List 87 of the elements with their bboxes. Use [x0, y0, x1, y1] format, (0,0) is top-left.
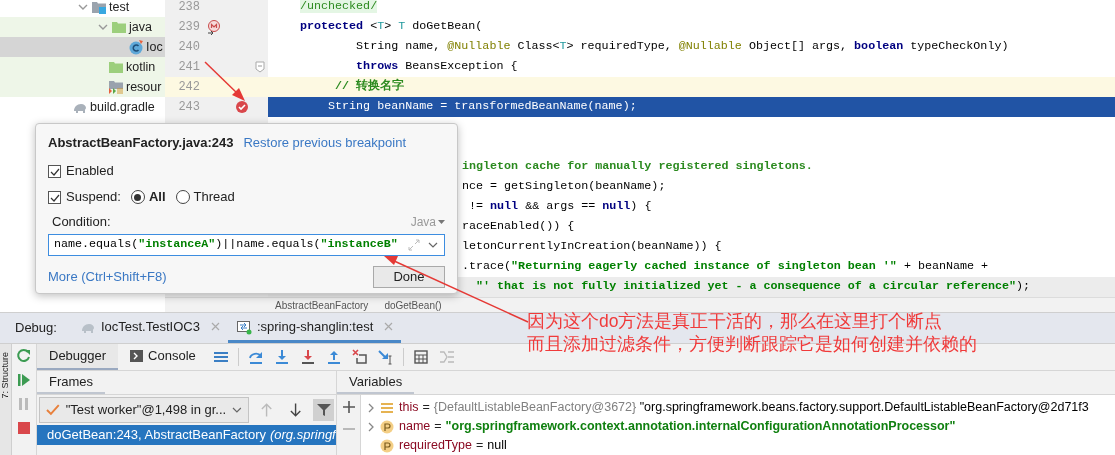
tree-item[interactable]: resour: [0, 77, 165, 97]
annotation-arrow: [204, 61, 245, 101]
tree-item[interactable]: kotlin: [0, 57, 165, 77]
rerun-icon[interactable]: [16, 348, 32, 364]
debug-label: Debug:: [14, 319, 58, 338]
close-icon[interactable]: [210, 322, 220, 331]
tree-item[interactable]: build.gradle: [0, 97, 165, 117]
tree-item[interactable]: java: [0, 17, 165, 37]
code-line: throws BeansException {: [355, 58, 518, 76]
parameter-icon: [380, 419, 394, 434]
annotation-text: 而且添加过滤条件，方便判断跟踪它是如何创建并依赖的: [527, 333, 977, 356]
code-line: // 转换名字: [334, 78, 405, 96]
resources-folder-icon: [108, 79, 124, 95]
trace-icon[interactable]: [438, 349, 455, 365]
variable-entry: requiredType = null: [399, 437, 507, 455]
folder-icon: [108, 59, 124, 75]
code-line: letonCurrentlyInCreation(beanName)) {: [462, 238, 722, 256]
line-number: 243: [178, 99, 200, 116]
line-number: 241: [178, 59, 200, 76]
parameter-icon: [380, 438, 394, 453]
stop-icon[interactable]: [16, 420, 32, 436]
breadcrumb-item[interactable]: doGetBean(): [384, 300, 442, 312]
done-button[interactable]: Done: [373, 266, 445, 288]
close-icon[interactable]: [384, 322, 394, 331]
breakpoint-title: AbstractBeanFactory.java:243: [48, 134, 234, 153]
frames-header: Frames: [37, 371, 106, 394]
condition-field[interactable]: name.equals("instanceA")||name.equals("instanceB": [48, 234, 445, 256]
run-to-cursor-icon[interactable]: [377, 349, 394, 365]
code-line: protected <T> T doGetBean(: [300, 18, 483, 36]
line-number: 240: [178, 39, 200, 56]
check-icon: [46, 404, 60, 416]
field-icon: [380, 400, 394, 415]
filter-button[interactable]: [313, 399, 334, 421]
line-number: 239: [178, 19, 200, 36]
code-line: String beanName = transformedBeanName(name);: [327, 98, 637, 116]
breakpoint-icon[interactable]: [235, 100, 249, 114]
chevron-down-icon[interactable]: [428, 242, 438, 248]
chevron-right-icon[interactable]: [367, 402, 375, 413]
breadcrumb-item[interactable]: AbstractBeanFactory: [275, 300, 369, 312]
annotation-text: 因为这个do方法是真正干活的，那么在这里打个断点: [527, 310, 944, 333]
add-icon[interactable]: [342, 401, 355, 413]
code-line: raceEnabled()) {: [462, 218, 575, 236]
debugger-tab[interactable]: Console: [118, 344, 208, 370]
fold-marker-icon[interactable]: [255, 61, 265, 73]
debugger-tab[interactable]: Debugger: [37, 344, 119, 370]
restore-link[interactable]: Restore previous breakpoint: [243, 133, 407, 153]
variable-entry: this = {DefaultListableBeanFactory@3672} "org.springframework.beans.factory.support.DefaultListableBeanFactory@2d71f3: [399, 399, 1089, 417]
class-icon: [128, 39, 144, 55]
force-step-into-icon[interactable]: [299, 349, 316, 365]
condition-label: Condition:: [52, 213, 111, 232]
expand-icon[interactable]: [408, 239, 420, 251]
chevron-down-icon: [232, 407, 242, 413]
debug-session-tab[interactable]: IocTest.TestIOC3: [71, 313, 228, 343]
line-number: 238: [178, 0, 200, 16]
resume-icon[interactable]: [16, 372, 32, 388]
radio-button[interactable]: Thread: [175, 187, 235, 207]
calculator-icon[interactable]: [412, 349, 429, 365]
caret-icon: [438, 220, 445, 224]
checkbox[interactable]: Enabled: [48, 161, 114, 181]
menu-icon[interactable]: [212, 349, 229, 365]
more-link[interactable]: More (Ctrl+Shift+F8): [48, 267, 167, 287]
code-line: ingleton cache for manually registered singletons.: [462, 158, 813, 176]
line-number: 242: [178, 79, 200, 96]
override-icon[interactable]: [206, 19, 222, 35]
tree-item[interactable]: Ioc: [0, 37, 165, 57]
folder-icon: [111, 19, 127, 35]
frame-row[interactable]: doGetBean:243, AbstractBeanFactory (org.springf: [37, 425, 336, 445]
code-line: String name, @Nullable Class<T> requiredType, @Nullable Object[] args, boolean typeCheckOnly): [355, 38, 1009, 56]
tree-item[interactable]: test: [0, 0, 165, 17]
arrow-down-icon[interactable]: [289, 402, 303, 418]
thread-dropdown[interactable]: "Test worker"@1,498 in gr...: [39, 397, 249, 423]
code-line: "' that is not fully initialized yet - a consequence of a circular reference");: [475, 278, 1031, 296]
chevron-right-icon[interactable]: [367, 421, 375, 432]
code-line: nce = getSingleton(beanName);: [462, 178, 666, 196]
console-icon: [130, 349, 144, 363]
step-into-icon[interactable]: [273, 349, 290, 365]
checkbox[interactable]: Suspend:: [48, 187, 121, 207]
radio-button[interactable]: All: [130, 187, 166, 207]
code-line: .trace("Returning eagerly cached instance of singleton bean '" + beanName +: [462, 258, 989, 276]
filter-icon: [316, 403, 331, 417]
code-line: != null && args == null) {: [468, 198, 652, 216]
drop-frame-icon[interactable]: [351, 349, 368, 365]
folder-icon: [91, 0, 107, 15]
variable-entry: name = "org.springframework.context.annotation.internalConfigurationAnnotationProcessor": [399, 418, 956, 436]
arrow-up-icon[interactable]: [260, 402, 274, 418]
run-config-icon: [235, 318, 252, 335]
step-out-icon[interactable]: [325, 349, 342, 365]
